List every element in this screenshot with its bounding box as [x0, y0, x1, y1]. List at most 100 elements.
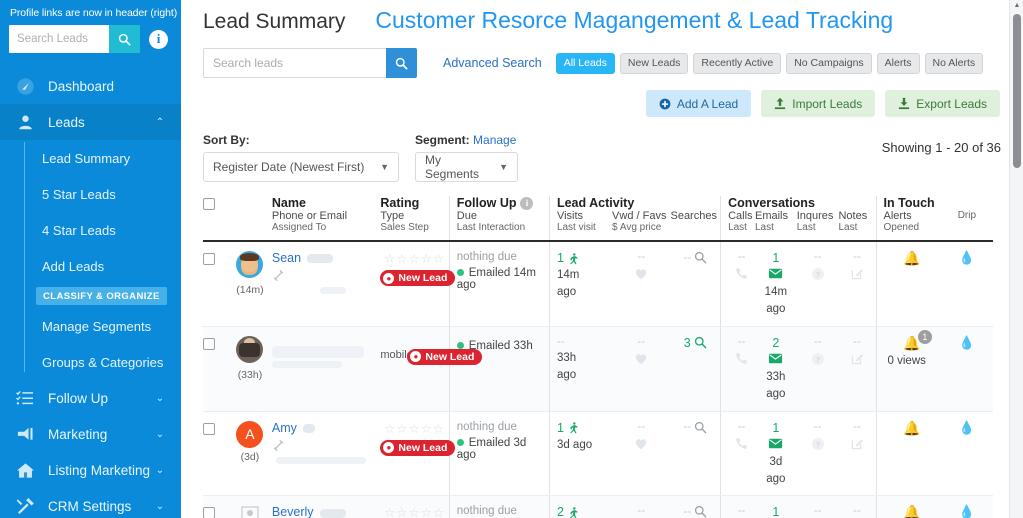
- chevron-down-icon: ⌄: [155, 392, 165, 404]
- col-drip[interactable]: Drip: [940, 196, 993, 242]
- row-checkbox[interactable]: [203, 422, 215, 435]
- export-leads-label: Export Leads: [916, 96, 987, 111]
- filter-chip-alerts[interactable]: Alerts: [876, 52, 920, 74]
- segment-select[interactable]: My Segments ▼: [415, 152, 518, 182]
- sidebar-sub-label: 4 Star Leads: [42, 222, 116, 238]
- table-row[interactable]: (33h) mobile ● New Lead Emailed 33h -- 3…: [203, 326, 993, 412]
- lead-name-link[interactable]: Amy: [272, 421, 297, 435]
- col-name-sub2: Assigned To: [271, 222, 327, 233]
- person-badge-icon: ●: [410, 351, 422, 363]
- col-notes-sub1: Notes: [838, 210, 868, 222]
- row-checkbox[interactable]: [203, 253, 215, 265]
- col-calls[interactable]: Conversations Calls Last: [720, 196, 815, 242]
- col-name[interactable]: Name Phone or Email Assigned To: [271, 196, 381, 242]
- sort-by-select[interactable]: Register Date (Newest First) ▼: [203, 152, 399, 182]
- drip-icon[interactable]: 💧: [959, 250, 975, 265]
- emails-time: 14m: [764, 286, 788, 298]
- last-visit-ago: ago: [556, 369, 577, 382]
- col-rating[interactable]: Rating Type Sales Step: [380, 196, 450, 242]
- sidebar-item-5-star-leads[interactable]: 5 Star Leads: [0, 176, 181, 212]
- col-inqures-sub1: Inqures: [796, 210, 834, 222]
- sidebar-item-manage-segments[interactable]: Manage Segments: [0, 308, 181, 344]
- follow-up-ago: ago: [456, 448, 476, 461]
- filter-chip-no-campaigns[interactable]: No Campaigns: [786, 52, 872, 74]
- export-leads-button[interactable]: Export Leads: [885, 90, 1000, 117]
- select-all-checkbox[interactable]: [203, 198, 215, 210]
- advanced-search-link[interactable]: Advanced Search: [443, 56, 542, 70]
- sidebar-item-leads[interactable]: Leads ⌃: [0, 104, 181, 140]
- lead-name-link[interactable]: Sean: [272, 251, 301, 265]
- filter-chip-no-alerts[interactable]: No Alerts: [924, 52, 984, 74]
- segment-manage-link[interactable]: Manage: [473, 133, 516, 147]
- bell-icon[interactable]: 🔔: [903, 250, 920, 266]
- bell-icon[interactable]: 🔔: [903, 504, 920, 518]
- notes-cell: --: [838, 241, 877, 327]
- import-leads-button[interactable]: Import Leads: [761, 90, 876, 117]
- col-lead-activity-visits[interactable]: Lead Activity Visits Last visit: [548, 196, 634, 242]
- follow-up-time: 14m: [513, 267, 536, 279]
- sidebar-sub-label: 5 Star Leads: [42, 186, 116, 202]
- bell-icon[interactable]: 🔔: [903, 420, 920, 436]
- sidebar-item-marketing[interactable]: Marketing ⌄: [0, 416, 181, 452]
- add-a-lead-button[interactable]: Add A Lead: [645, 90, 752, 117]
- sidebar-item-4-star-leads[interactable]: 4 Star Leads: [0, 212, 181, 248]
- avatar-time: (3d): [240, 450, 260, 463]
- avatar[interactable]: [236, 335, 264, 363]
- star-rating[interactable]: ☆☆☆☆☆: [380, 251, 448, 266]
- info-icon[interactable]: i: [520, 196, 534, 210]
- scroll-up-arrow[interactable]: ▲: [1010, 2, 1023, 9]
- add-a-lead-label: Add A Lead: [676, 96, 739, 111]
- col-searches[interactable]: Searches: [670, 196, 721, 242]
- search-icon: [695, 506, 707, 518]
- info-icon[interactable]: i: [149, 29, 168, 49]
- table-row[interactable]: (14m) Sean ☆☆☆☆☆ ● New Lead nothing due …: [203, 241, 993, 327]
- alerts-cell: 🔔: [875, 411, 941, 497]
- vertical-scrollbar[interactable]: ▲: [1009, 0, 1023, 518]
- search-button[interactable]: [386, 48, 417, 78]
- col-calls-sub1: Calls: [728, 210, 753, 222]
- sidebar-item-add-leads[interactable]: Add Leads: [0, 248, 181, 284]
- search-icon: [695, 421, 707, 433]
- sidebar-notice: Profile links are now in header (right): [10, 7, 178, 19]
- table-row[interactable]: Beverly ☆☆☆☆☆ ● New Lead nothing due: [203, 495, 993, 518]
- sidebar-search-input[interactable]: [9, 25, 109, 53]
- col-in-touch-alerts[interactable]: In Touch Alerts Opened: [875, 196, 941, 242]
- follow-up-due: nothing due: [456, 251, 517, 263]
- drip-icon[interactable]: 💧: [959, 420, 975, 435]
- last-visit-ago: ago: [556, 286, 577, 299]
- sidebar-item-dashboard[interactable]: Dashboard: [0, 68, 181, 104]
- calls-value: --: [737, 251, 746, 263]
- sidebar-item-label: Listing Marketing: [48, 462, 151, 478]
- col-notes[interactable]: Notes Last: [838, 196, 877, 242]
- avatar-time: (33h): [237, 368, 263, 381]
- drip-icon[interactable]: 💧: [959, 335, 975, 350]
- lead-name-link[interactable]: Beverly: [272, 505, 314, 518]
- search-input[interactable]: [203, 48, 386, 78]
- table-row[interactable]: A (3d) Amy ☆☆☆☆☆ ● New Lead nothing due …: [203, 411, 993, 497]
- col-rating-sub1: Type: [380, 210, 405, 222]
- avatar-col: [228, 196, 272, 242]
- phone-icon: [728, 437, 755, 453]
- filter-chip-all-leads[interactable]: All Leads: [555, 52, 615, 74]
- scrollbar-thumb[interactable]: [1013, 14, 1021, 168]
- alerts-opened: 0 views: [887, 354, 926, 367]
- filter-chip-new-leads[interactable]: New Leads: [619, 52, 689, 74]
- sidebar-search-button[interactable]: [109, 25, 140, 53]
- sidebar-item-lead-summary[interactable]: Lead Summary: [0, 140, 181, 176]
- row-checkbox[interactable]: [203, 507, 215, 518]
- star-rating[interactable]: ☆☆☆☆☆: [380, 421, 448, 436]
- searches-cell: 3: [670, 326, 721, 412]
- avatar[interactable]: A: [236, 420, 264, 448]
- sidebar-item-crm-settings[interactable]: CRM Settings ⌄: [0, 488, 181, 518]
- star-rating[interactable]: ☆☆☆☆☆: [380, 505, 448, 518]
- col-follow-up[interactable]: Follow Up i Due Last Interaction: [448, 196, 550, 242]
- row-checkbox[interactable]: [203, 337, 215, 350]
- drip-icon[interactable]: 💧: [959, 504, 975, 518]
- filter-chip-recently-active[interactable]: Recently Active: [693, 52, 782, 74]
- follow-up-cell: nothing due Emailed 14m ago: [448, 241, 550, 327]
- select-all-cell: [203, 196, 229, 242]
- sidebar-item-follow-up[interactable]: Follow Up ⌄: [0, 380, 181, 416]
- sidebar-item-listing-marketing[interactable]: Listing Marketing ⌄: [0, 452, 181, 488]
- avatar[interactable]: [236, 251, 264, 278]
- sidebar-item-groups-categories[interactable]: Groups & Categories: [0, 344, 181, 380]
